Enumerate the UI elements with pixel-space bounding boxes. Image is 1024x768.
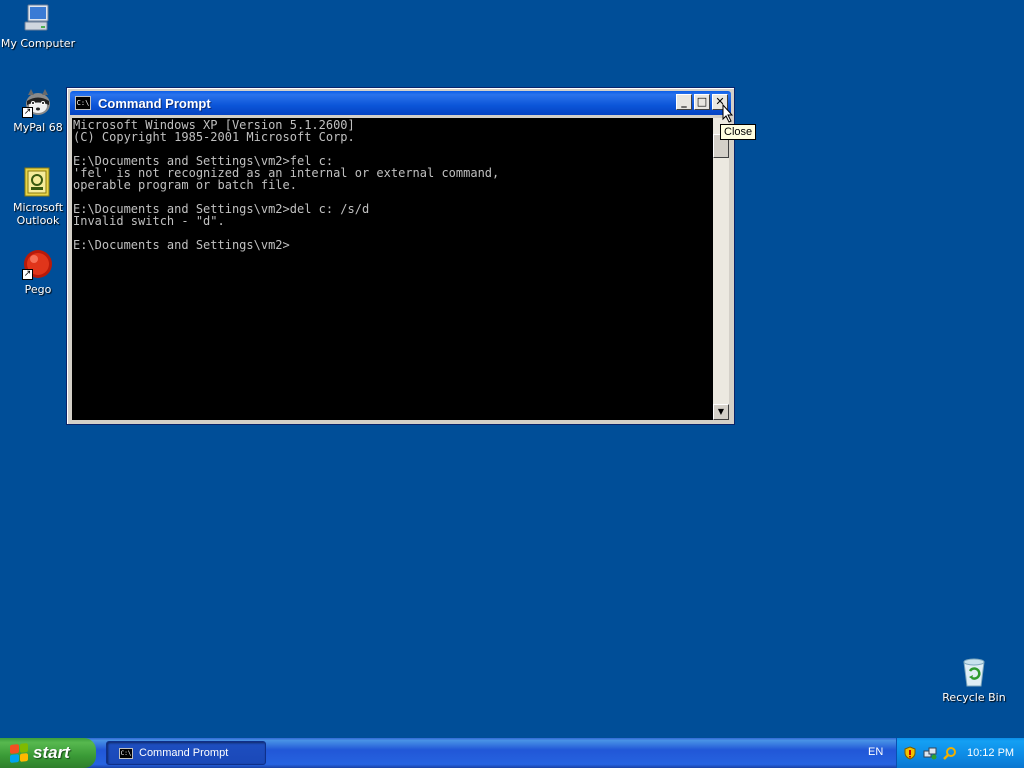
recycle-bin-icon: [958, 656, 990, 688]
window-titlebar[interactable]: C:\ Command Prompt _ □ ✕: [70, 91, 731, 115]
taskbar: start C:\ Command Prompt EN 10:12 PM: [0, 738, 1024, 768]
desktop-icon-label: Pego: [24, 283, 52, 296]
taskbar-item-command-prompt[interactable]: C:\ Command Prompt: [106, 741, 266, 765]
outlook-icon: [22, 166, 54, 198]
start-button[interactable]: start: [0, 738, 96, 768]
close-tooltip: Close: [720, 124, 757, 140]
console-line: (C) Copyright 1985-2001 Microsoft Corp.: [73, 130, 355, 144]
desktop-icon-my-computer[interactable]: My Computer: [0, 2, 76, 50]
start-label: start: [33, 743, 70, 762]
shortcut-arrow-icon: ↗: [22, 269, 33, 280]
raccoon-browser-icon: ↗: [22, 86, 54, 118]
command-prompt-window[interactable]: C:\ Command Prompt _ □ ✕ Microsoft Windo…: [66, 87, 735, 425]
desktop-icon-outlook[interactable]: Microsoft Outlook: [0, 166, 76, 227]
shortcut-arrow-icon: ↗: [22, 107, 33, 118]
console-line: operable program or batch file.: [73, 178, 297, 192]
window-title: Command Prompt: [98, 95, 211, 111]
windows-logo-icon: [10, 743, 28, 763]
desktop-icon-mypal[interactable]: ↗ MyPal 68: [0, 86, 76, 134]
console-app-icon: C:\: [119, 747, 133, 759]
system-tray: 10:12 PM: [896, 738, 1024, 768]
my-computer-icon: [22, 2, 54, 34]
search-icon[interactable]: [943, 746, 957, 760]
pego-icon: ↗: [22, 248, 54, 280]
maximize-button[interactable]: □: [694, 94, 710, 110]
console-line: E:\Documents and Settings\vm2>: [73, 238, 290, 252]
vertical-scrollbar[interactable]: ▼: [713, 118, 729, 420]
desktop-icon-label: Recycle Bin: [942, 691, 1006, 704]
desktop-icon-label: Microsoft Outlook: [12, 201, 64, 227]
minimize-button[interactable]: _: [676, 94, 692, 110]
security-shield-icon[interactable]: [903, 746, 917, 760]
desktop-icon-label: My Computer: [0, 37, 76, 50]
desktop-icon-recycle-bin[interactable]: Recycle Bin: [936, 656, 1012, 704]
mouse-pointer-icon: [722, 104, 734, 123]
desktop-icon-label: MyPal 68: [13, 121, 63, 134]
language-indicator[interactable]: EN: [868, 746, 883, 758]
console-app-icon: C:\: [75, 96, 91, 110]
window-controls: _ □ ✕: [676, 94, 728, 110]
desktop-icon-pego[interactable]: ↗ Pego: [0, 248, 76, 296]
taskbar-item-label: Command Prompt: [139, 747, 229, 759]
clock[interactable]: 10:12 PM: [967, 747, 1014, 759]
console-output[interactable]: Microsoft Windows XP [Version 5.1.2600](…: [72, 118, 713, 420]
console-line: Invalid switch - "d".: [73, 214, 225, 228]
network-icon[interactable]: [923, 746, 937, 760]
scroll-down-button[interactable]: ▼: [713, 404, 729, 420]
